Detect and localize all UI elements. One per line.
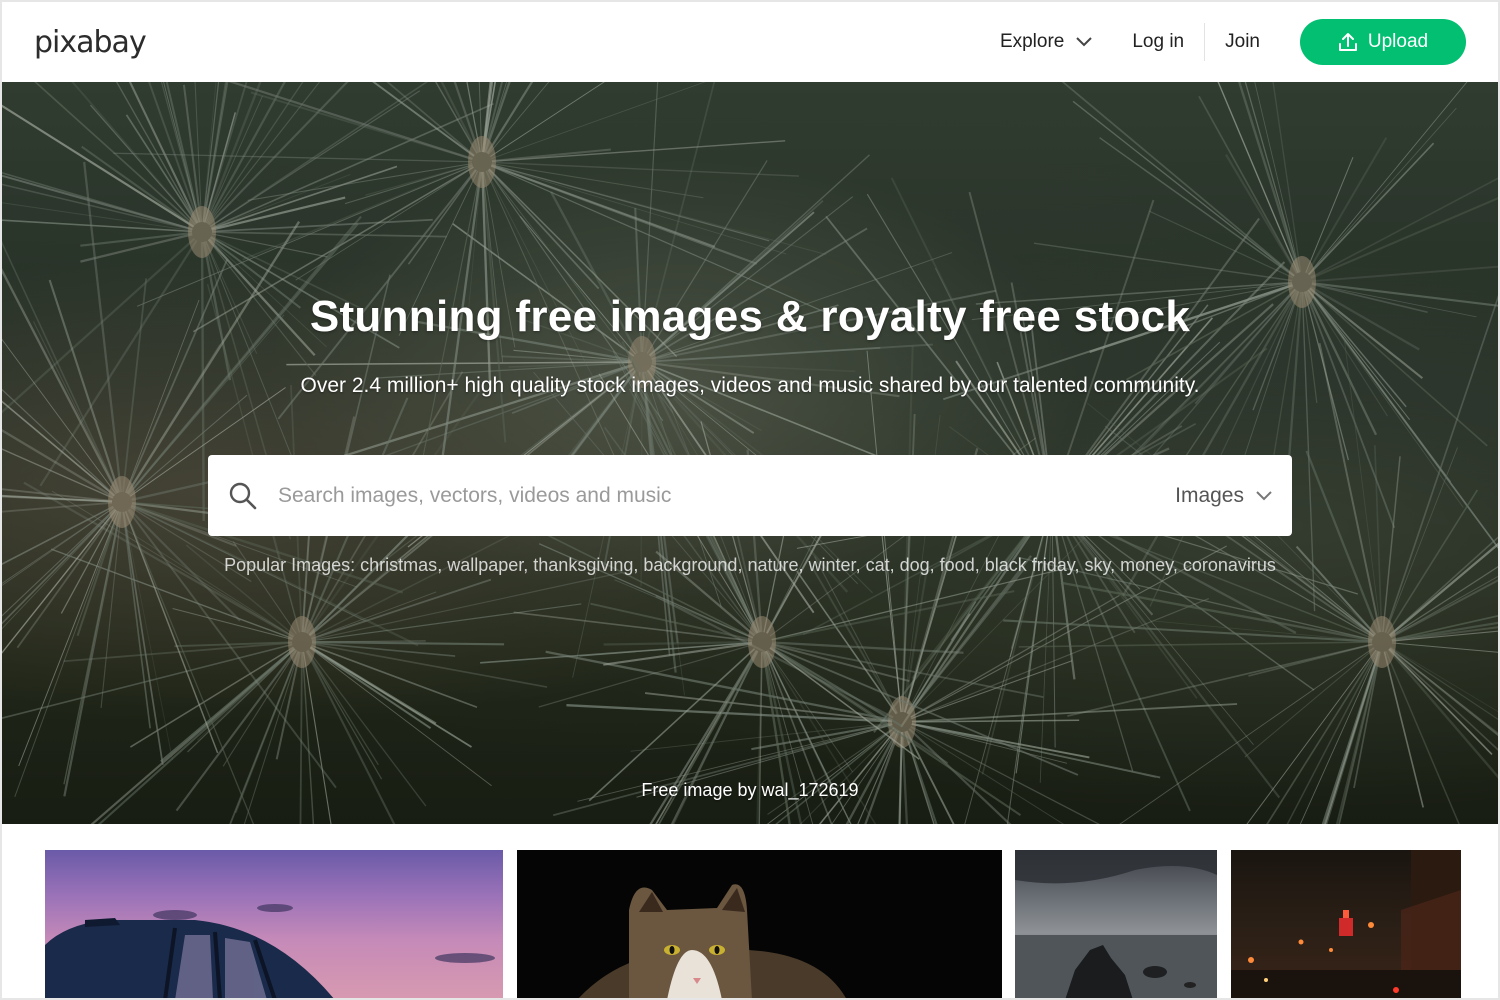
popular-tag[interactable]: winter	[809, 555, 856, 575]
search-bar: Images	[208, 455, 1292, 536]
hero-overlay	[2, 82, 1498, 824]
gallery-thumbnail-cat[interactable]	[517, 850, 1002, 998]
popular-tag[interactable]: dog	[900, 555, 930, 575]
cat-image	[578, 884, 846, 998]
page: pixabay Explore Log in Join Upload Stunn…	[0, 0, 1500, 1000]
popular-tag[interactable]: wallpaper	[447, 555, 523, 575]
gallery-thumbnail-sunset[interactable]	[45, 850, 503, 998]
chevron-down-icon	[1256, 490, 1272, 500]
popular-tag[interactable]: black friday	[985, 555, 1075, 575]
popular-tag[interactable]: sky	[1084, 555, 1110, 575]
popular-tag[interactable]: coronavirus	[1183, 555, 1276, 575]
explore-label: Explore	[999, 31, 1065, 52]
popular-tag[interactable]: nature	[747, 555, 798, 575]
upload-label: Upload	[1367, 31, 1429, 52]
popular-tag[interactable]: money	[1120, 555, 1173, 575]
search-input[interactable]	[276, 482, 1176, 509]
pixabay-logo[interactable]: pixabay	[34, 25, 147, 60]
gallery-thumbnail-seascape[interactable]	[1015, 850, 1217, 998]
login-link[interactable]: Log in	[1132, 31, 1204, 53]
popular-label: Popular Images:	[224, 555, 356, 575]
hero-section: Stunning free images & royalty free stoc…	[2, 82, 1498, 824]
upload-button[interactable]: Upload	[1300, 19, 1466, 65]
sunset-vehicle-image	[45, 904, 495, 998]
search-type-label: Images	[1175, 483, 1244, 507]
search-icon[interactable]	[228, 481, 258, 511]
gallery-thumbnail-night-street[interactable]	[1231, 850, 1461, 998]
popular-tag[interactable]: christmas	[360, 555, 437, 575]
night-street-image	[1231, 850, 1461, 998]
seascape-image	[1015, 850, 1217, 998]
hero-subtitle: Over 2.4 million+ high quality stock ima…	[300, 374, 1200, 397]
top-nav: Explore Log in Join Upload	[1000, 2, 1466, 82]
explore-menu[interactable]: Explore	[999, 31, 1093, 53]
image-credit[interactable]: Free image by wal_172619	[2, 780, 1498, 801]
popular-tag-list: christmas, wallpaper, thanksgiving, back…	[360, 555, 1276, 575]
upload-icon	[1338, 33, 1357, 51]
popular-tag[interactable]: background	[643, 555, 737, 575]
hero-title: Stunning free images & royalty free stoc…	[309, 292, 1191, 341]
join-link[interactable]: Join	[1205, 31, 1260, 53]
popular-tag[interactable]: thanksgiving	[533, 555, 633, 575]
popular-tag[interactable]: cat	[866, 555, 890, 575]
popular-tag[interactable]: food	[940, 555, 975, 575]
chevron-down-icon	[1076, 37, 1093, 47]
search-type-select[interactable]: Images	[1175, 484, 1272, 508]
popular-tags: Popular Images: christmas, wallpaper, th…	[208, 552, 1292, 578]
top-header: pixabay Explore Log in Join Upload	[2, 2, 1498, 82]
